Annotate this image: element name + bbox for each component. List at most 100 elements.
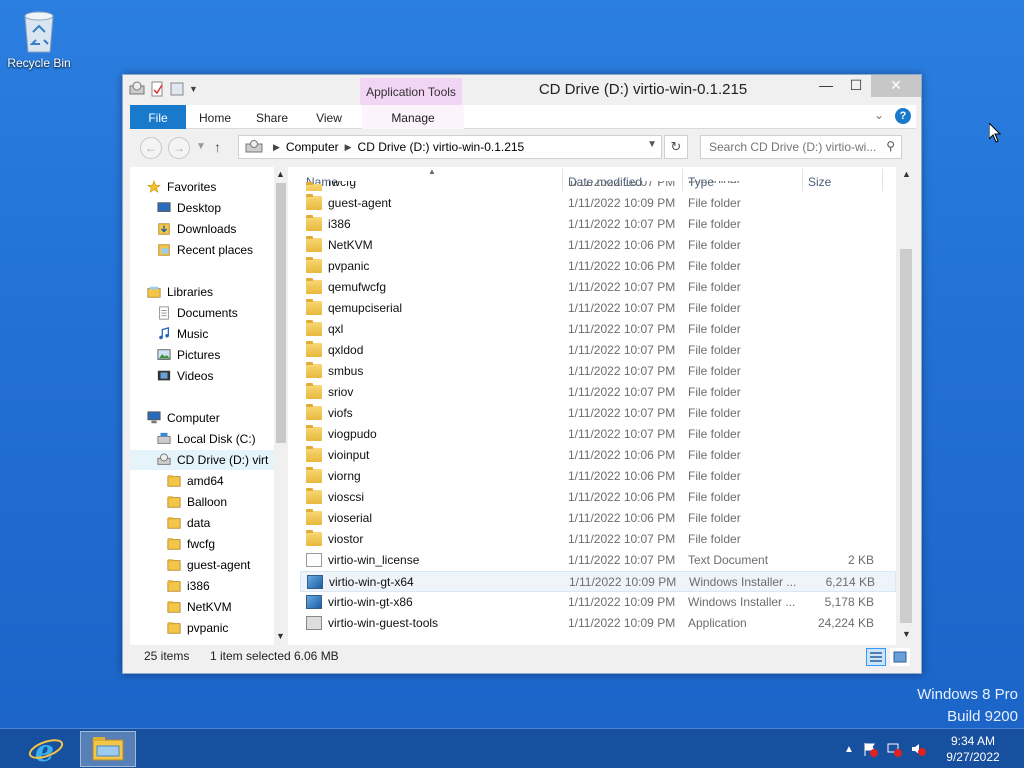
file-row[interactable]: viofs 1/11/2022 10:07 PM File folder <box>300 403 896 424</box>
navpane-item-computer[interactable]: Computer <box>146 408 220 428</box>
customize-qat-icon[interactable]: ▼ <box>189 84 198 94</box>
network-icon[interactable] <box>886 741 902 757</box>
breadcrumb-separator-icon: ▶ <box>344 141 352 152</box>
volume-muted-icon[interactable] <box>910 741 926 757</box>
file-name: qemupciserial <box>328 301 403 315</box>
file-row[interactable]: qxl 1/11/2022 10:07 PM File folder <box>300 319 896 340</box>
file-row[interactable]: guest-agent 1/11/2022 10:09 PM File folder <box>300 193 896 214</box>
navpane-item-i386[interactable]: i386 <box>166 576 210 596</box>
maximize-button[interactable]: ☐ <box>843 75 869 97</box>
desktop-icon <box>157 202 171 212</box>
search-icon[interactable]: ⚲ <box>886 139 895 153</box>
file-type: File folder <box>688 427 741 441</box>
file-type: File folder <box>688 280 741 294</box>
back-button[interactable]: ← <box>140 137 162 159</box>
file-row[interactable]: vioscsi 1/11/2022 10:06 PM File folder <box>300 487 896 508</box>
title-bar[interactable]: ▼ Application Tools CD Drive (D:) virtio… <box>123 75 921 109</box>
tab-file[interactable]: File <box>130 105 186 129</box>
cd-drive-icon[interactable] <box>129 81 145 97</box>
navpane-item-music[interactable]: Music <box>156 324 208 344</box>
file-type: File folder <box>688 385 741 399</box>
scroll-up-icon[interactable]: ▲ <box>276 169 285 179</box>
file-row[interactable]: virtio-win-gt-x86 1/11/2022 10:09 PM Windo… <box>300 592 896 613</box>
navpane-item-cd-drive-d-virt[interactable]: CD Drive (D:) virt <box>130 450 274 470</box>
up-button[interactable]: ↑ <box>214 139 221 155</box>
file-row[interactable]: fwcfg 1/11/2022 10:07 PM File folder <box>300 181 896 191</box>
navpane-item-fwcfg[interactable]: fwcfg <box>166 534 215 554</box>
file-row[interactable]: qxldod 1/11/2022 10:07 PM File folder <box>300 340 896 361</box>
properties-icon[interactable] <box>149 81 165 97</box>
forward-button[interactable]: → <box>168 137 190 159</box>
internet-explorer-taskbar-button[interactable]: e <box>26 731 66 768</box>
refresh-button[interactable]: ↻ <box>664 135 688 159</box>
navpane-item-label: NetKVM <box>187 600 232 614</box>
file-row[interactable]: vioinput 1/11/2022 10:06 PM File folder <box>300 445 896 466</box>
navpane-item-local-disk-c[interactable]: Local Disk (C:) <box>156 429 256 449</box>
navpane-item-favorites[interactable]: Favorites <box>146 177 216 197</box>
search-input[interactable] <box>701 136 877 158</box>
breadcrumb-cd-drive[interactable]: CD Drive (D:) virtio-win-0.1.215 <box>358 140 525 154</box>
file-type: File folder <box>688 469 741 483</box>
navpane-item-guest-agent[interactable]: guest-agent <box>166 555 250 575</box>
recent-locations-icon[interactable]: ▼ <box>196 141 206 152</box>
navpane-item-balloon[interactable]: Balloon <box>166 492 227 512</box>
navigation-pane-scrollbar[interactable]: ▲ ▼ <box>274 167 288 645</box>
show-hidden-icons-icon[interactable]: ▲ <box>844 744 854 755</box>
navpane-item-libraries[interactable]: Libraries <box>146 282 213 302</box>
file-date-modified: 1/11/2022 10:07 PM <box>568 343 676 357</box>
navpane-item-pvpanic[interactable]: pvpanic <box>166 618 228 638</box>
navpane-item-pictures[interactable]: Pictures <box>156 345 220 365</box>
file-row[interactable]: virtio-win-gt-x64 1/11/2022 10:09 PM Windo… <box>300 571 896 592</box>
scroll-down-icon[interactable]: ▼ <box>902 629 911 639</box>
file-row[interactable]: virtio-win-guest-tools 1/11/2022 10:09 PM… <box>300 613 896 634</box>
file-row[interactable]: viorng 1/11/2022 10:06 PM File folder <box>300 466 896 487</box>
application-icon <box>306 616 322 630</box>
navpane-item-recent-places[interactable]: Recent places <box>156 240 253 260</box>
clock[interactable]: 9:34 AM 9/27/2022 <box>930 733 1016 765</box>
file-row[interactable]: qemufwcfg 1/11/2022 10:07 PM File folder <box>300 277 896 298</box>
help-icon[interactable]: ? <box>895 108 911 124</box>
large-icons-view-button[interactable] <box>890 648 910 666</box>
file-row[interactable]: pvpanic 1/11/2022 10:06 PM File folder <box>300 256 896 277</box>
file-row[interactable]: qemupciserial 1/11/2022 10:07 PM File fold… <box>300 298 896 319</box>
action-center-flag-icon[interactable] <box>862 741 878 757</box>
search-box[interactable]: ⚲ <box>700 135 902 159</box>
scrollbar-thumb[interactable] <box>900 249 912 623</box>
close-button[interactable]: ✕ <box>871 75 921 97</box>
address-bar[interactable]: ▶ Computer ▶ CD Drive (D:) virtio-win-0.… <box>238 135 662 159</box>
file-row[interactable]: virtio-win_license 1/11/2022 10:07 PM Text… <box>300 550 896 571</box>
file-type: Application <box>688 616 747 630</box>
navpane-item-netkvm[interactable]: NetKVM <box>166 597 232 617</box>
minimize-button[interactable]: — <box>813 75 839 97</box>
details-view-button[interactable] <box>866 648 886 666</box>
tab-manage[interactable]: Manage <box>362 105 464 129</box>
navpane-item-desktop[interactable]: Desktop <box>156 198 221 218</box>
navpane-item-data[interactable]: data <box>166 513 210 533</box>
navpane-item-videos[interactable]: Videos <box>156 366 213 386</box>
scrollbar-thumb[interactable] <box>276 183 286 443</box>
file-row[interactable]: sriov 1/11/2022 10:07 PM File folder <box>300 382 896 403</box>
tab-share[interactable]: Share <box>250 105 294 129</box>
file-list-scrollbar[interactable]: ▲ ▼ <box>896 167 916 645</box>
navpane-item-amd64[interactable]: amd64 <box>166 471 224 491</box>
file-row[interactable]: NetKVM 1/11/2022 10:06 PM File folder <box>300 235 896 256</box>
breadcrumb-computer[interactable]: Computer <box>286 140 339 154</box>
file-row[interactable]: viogpudo 1/11/2022 10:07 PM File folder <box>300 424 896 445</box>
navpane-item-documents[interactable]: Documents <box>156 303 238 323</box>
file-row[interactable]: vioserial 1/11/2022 10:06 PM File folder <box>300 508 896 529</box>
taskbar: e ▲ 9:34 AM 9/27/2022 <box>0 728 1024 768</box>
recycle-bin[interactable]: Recycle Bin <box>6 6 72 70</box>
scroll-up-icon[interactable]: ▲ <box>902 169 911 179</box>
navpane-item-downloads[interactable]: Downloads <box>156 219 236 239</box>
scroll-down-icon[interactable]: ▼ <box>276 631 285 641</box>
file-row[interactable]: i386 1/11/2022 10:07 PM File folder <box>300 214 896 235</box>
tab-view[interactable]: View <box>304 105 354 129</box>
new-folder-icon[interactable] <box>169 81 185 97</box>
file-row[interactable]: viostor 1/11/2022 10:07 PM File folder <box>300 529 896 550</box>
address-dropdown-icon[interactable]: ▼ <box>647 139 657 150</box>
navpane-item-label: Downloads <box>177 222 237 236</box>
file-row[interactable]: smbus 1/11/2022 10:07 PM File folder <box>300 361 896 382</box>
file-explorer-taskbar-button[interactable] <box>80 731 136 767</box>
expand-ribbon-icon[interactable]: ⌄ <box>874 108 884 122</box>
tab-home[interactable]: Home <box>190 105 240 129</box>
